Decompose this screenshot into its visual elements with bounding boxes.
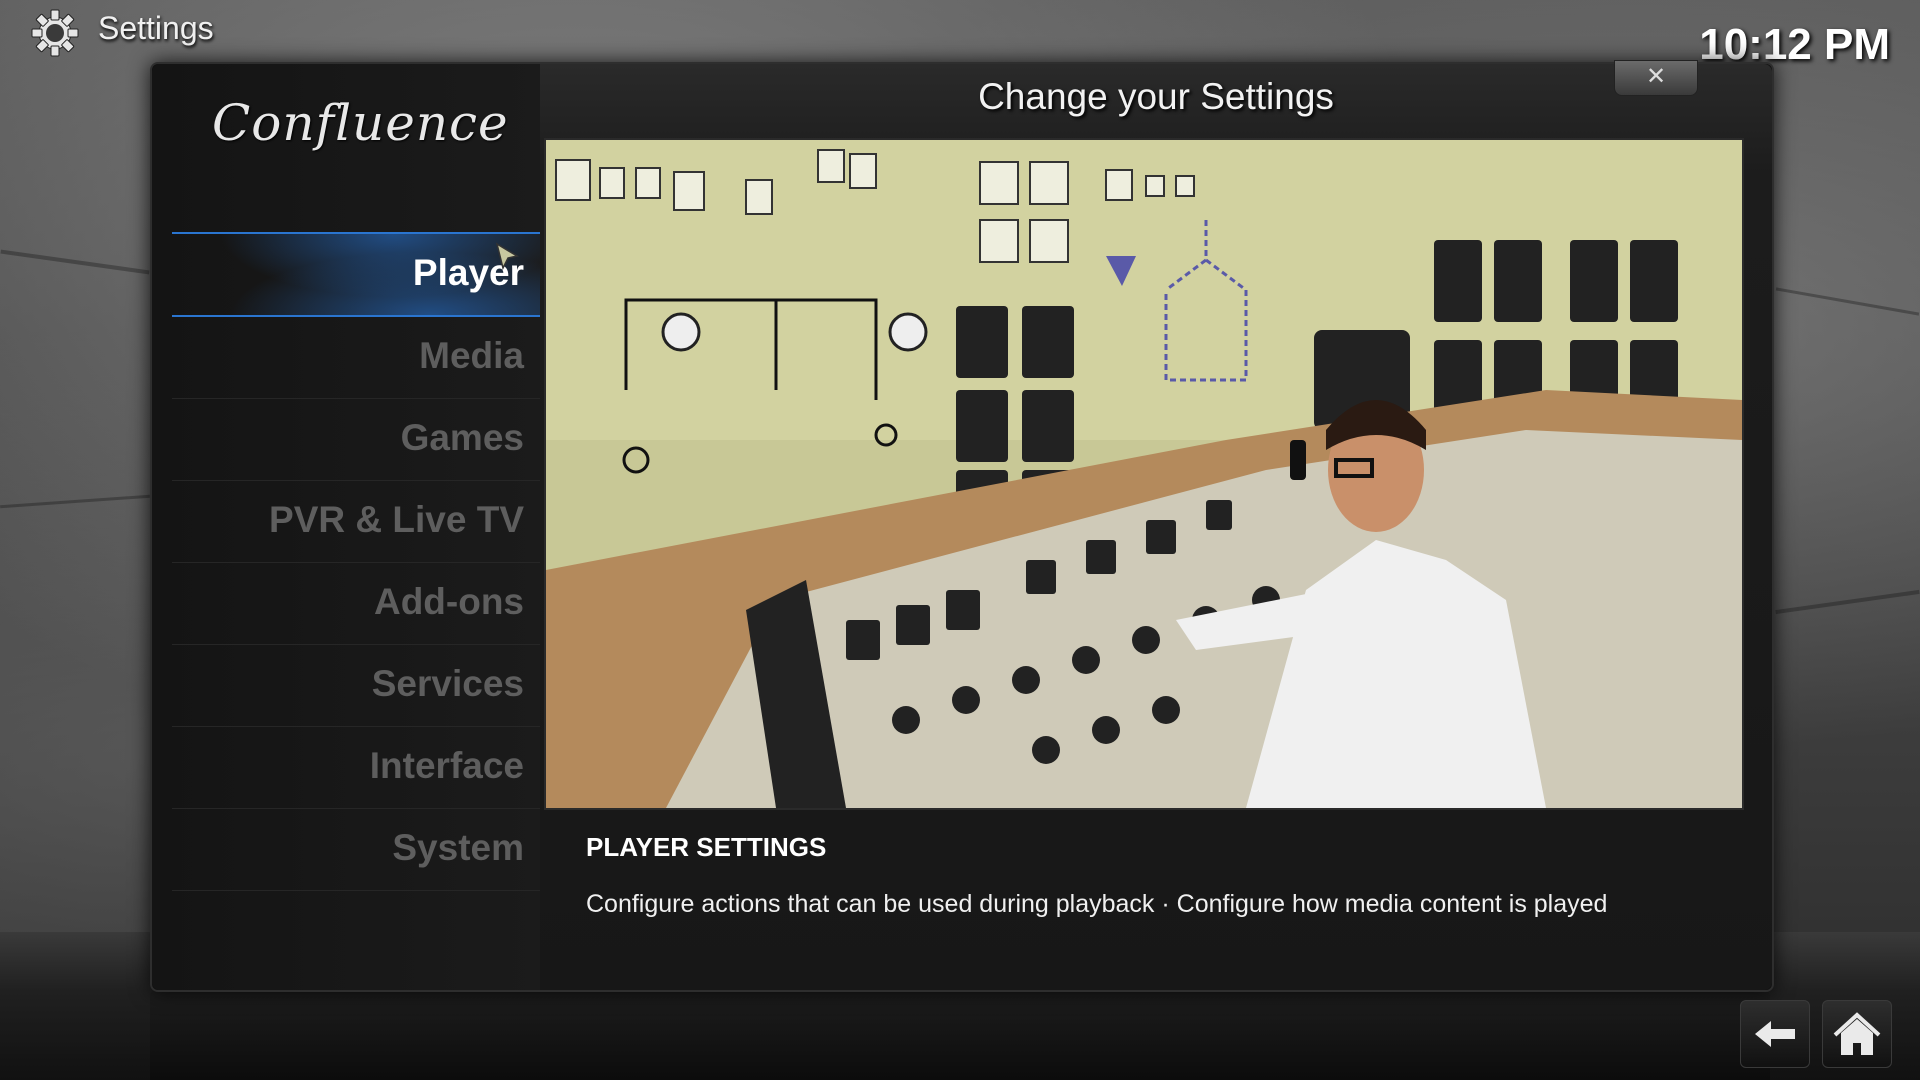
menu-item-label: Interface: [369, 745, 524, 786]
menu-item-system[interactable]: System: [172, 809, 540, 891]
category-description-text: Configure actions that can be used durin…: [586, 890, 1608, 918]
settings-dialog: Confluence Player Media Games PVR & Live…: [150, 60, 1774, 992]
menu-item-games[interactable]: Games: [172, 399, 540, 481]
category-description-title: PLAYER SETTINGS: [586, 832, 827, 862]
back-button[interactable]: [1740, 1000, 1810, 1068]
menu-item-label: Media: [419, 335, 524, 376]
menu-item-player[interactable]: Player: [172, 232, 540, 317]
mouse-pointer-icon: [495, 242, 521, 272]
menu-item-pvr-live-tv[interactable]: PVR & Live TV: [172, 481, 540, 563]
home-icon: [1833, 1012, 1881, 1055]
menu-item-label: Games: [400, 417, 524, 458]
gear-icon: [30, 8, 80, 58]
menu-item-services[interactable]: Services: [172, 645, 540, 727]
menu-item-label: Services: [371, 663, 524, 704]
settings-menu-panel: Confluence Player Media Games PVR & Live…: [152, 64, 540, 990]
menu-item-add-ons[interactable]: Add-ons: [172, 563, 540, 645]
menu-item-interface[interactable]: Interface: [172, 727, 540, 809]
menu-item-label: Add-ons: [373, 581, 524, 622]
back-arrow-icon: [1755, 1021, 1795, 1047]
menu-item-media[interactable]: Media: [172, 317, 540, 399]
bottom-bar-panel: [150, 990, 1770, 1080]
header-title: Settings: [98, 10, 214, 46]
menu-item-label: PVR & Live TV: [269, 499, 524, 540]
category-preview-image: [544, 138, 1744, 810]
settings-menu: Player Media Games PVR & Live TV Add-ons…: [172, 232, 540, 891]
home-button[interactable]: [1822, 1000, 1892, 1068]
menu-item-label: System: [392, 827, 524, 868]
dialog-title: Change your Settings: [978, 76, 1334, 117]
close-button[interactable]: ✕: [1614, 60, 1698, 96]
confluence-logo: Confluence: [212, 94, 509, 152]
close-icon: ✕: [1645, 63, 1667, 90]
